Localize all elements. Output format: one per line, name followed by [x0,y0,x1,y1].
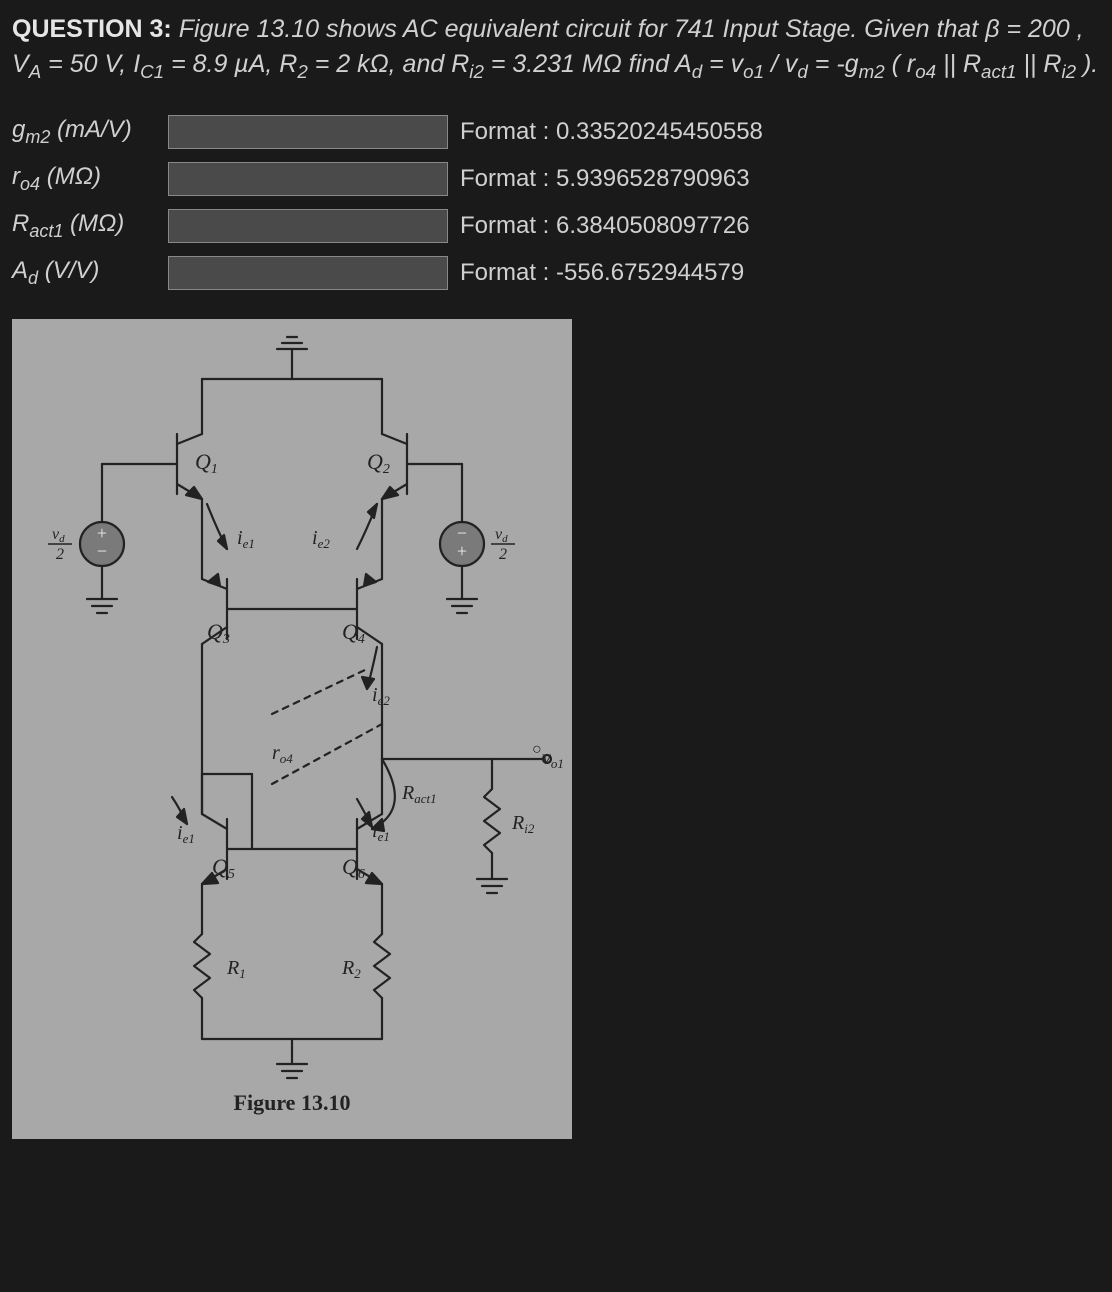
svg-text:Q6: Q6 [342,854,365,882]
svg-text:vo1: vo1 [542,747,564,771]
label-ract1: Ract1 (MΩ) [12,207,162,244]
svg-text:Ract1: Ract1 [401,782,437,806]
format-ract1: Format : 6.3840508097726 [454,209,1100,243]
svg-text:ie1: ie1 [177,822,195,846]
svg-text:2: 2 [56,546,64,563]
figure-caption: Figure 13.10 [12,1088,572,1119]
input-ract1[interactable] [168,209,448,243]
svg-text:Q4: Q4 [342,619,365,647]
svg-text:+: + [97,523,107,543]
label-gm2: gm2 (mA/V) [12,113,162,150]
svg-text:Q2: Q2 [367,449,390,477]
svg-text:+: + [457,541,467,561]
question-number: QUESTION 3: [12,15,172,43]
svg-text:Ri2: Ri2 [511,812,535,836]
label-ro4: ro4 (MΩ) [12,160,162,197]
svg-text:2: 2 [499,546,507,563]
input-ad[interactable] [168,256,448,290]
svg-text:Q5: Q5 [212,854,235,882]
format-ad: Format : -556.6752944579 [454,256,1100,290]
input-ro4[interactable] [168,162,448,196]
svg-text:vd: vd [52,526,65,545]
figure-13-10: + − − + Q1 Q2 ie1 ie2 Q3 Q4 ie2 ro4 Ract… [12,319,572,1139]
svg-text:−: − [97,541,107,561]
format-gm2: Format : 0.33520245450558 [454,115,1100,149]
answers-grid: gm2 (mA/V) Format : 0.33520245450558 ro4… [12,113,1100,291]
svg-text:ie2: ie2 [312,527,330,551]
svg-text:ro4: ro4 [272,742,293,766]
svg-text:R1: R1 [226,957,246,981]
format-ro4: Format : 5.9396528790963 [454,162,1100,196]
svg-text:vd: vd [495,526,508,545]
svg-text:○: ○ [532,741,542,758]
svg-text:−: − [457,523,467,543]
svg-text:R2: R2 [341,957,361,981]
label-ad: Ad (V/V) [12,254,162,291]
input-gm2[interactable] [168,115,448,149]
question-text: QUESTION 3: Figure 13.10 shows AC equiva… [12,12,1100,85]
svg-text:Q1: Q1 [195,449,218,477]
svg-text:ie1: ie1 [237,527,255,551]
